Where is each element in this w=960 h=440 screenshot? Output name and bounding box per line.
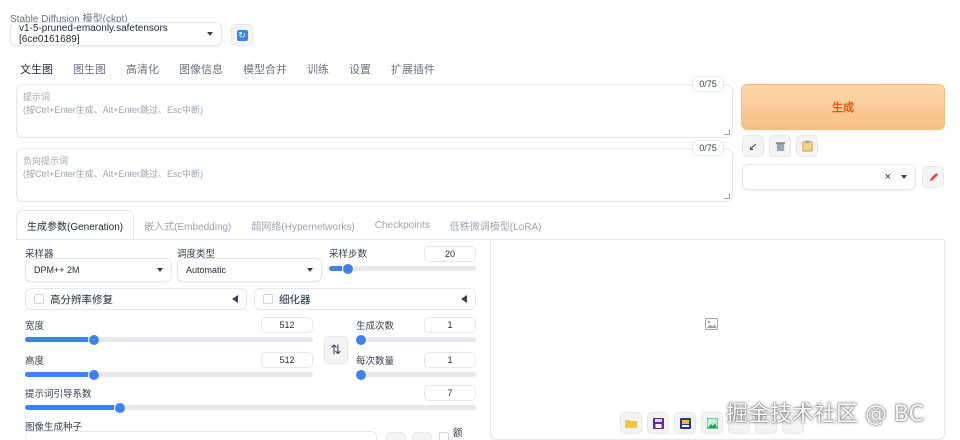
slider-thumb[interactable] bbox=[89, 334, 100, 345]
save-button[interactable] bbox=[647, 412, 669, 434]
tab-7[interactable]: 扩展插件 bbox=[381, 61, 445, 77]
width-slider[interactable] bbox=[25, 334, 313, 345]
hires-fix-checkbox[interactable] bbox=[34, 294, 44, 304]
hires-fix-label: 高分辨率修复 bbox=[50, 293, 113, 306]
hires-fix-accordion[interactable]: 高分辨率修复 bbox=[25, 288, 247, 310]
width-label: 宽度 bbox=[25, 321, 45, 332]
schedule-value: Automatic bbox=[186, 265, 227, 275]
prompt-token-counter: 0/75 bbox=[692, 76, 724, 92]
seed-input[interactable] bbox=[25, 431, 377, 440]
prompt-input[interactable]: 提示词 (按Ctrl+Enter生成、Alt+Enter跳过、Esc中断) bbox=[16, 84, 733, 138]
clipboard-icon bbox=[802, 140, 812, 152]
watermark: 掘金技术社区 @ BC bbox=[726, 402, 925, 427]
extra-label: 额 bbox=[453, 428, 463, 439]
negative-token-counter: 0/75 bbox=[692, 140, 724, 156]
zip-icon bbox=[679, 417, 691, 429]
steps-input[interactable]: 20 bbox=[424, 246, 476, 262]
slider-thumb[interactable] bbox=[356, 334, 366, 345]
subtab-4[interactable]: 低秩微调模型(LoRA) bbox=[440, 210, 552, 240]
swap-icon: ⇅ bbox=[330, 342, 342, 357]
open-folder-button[interactable] bbox=[620, 412, 642, 434]
batch-count-input[interactable]: 1 bbox=[424, 317, 476, 333]
steps-label: 采样步数 bbox=[329, 249, 368, 260]
clear-icon[interactable]: × bbox=[885, 171, 891, 183]
collapse-icon bbox=[461, 295, 467, 303]
tab-3[interactable]: 图像信息 bbox=[169, 61, 233, 77]
batch-count-label: 生成次数 bbox=[356, 321, 395, 332]
send-to-img2img-button[interactable] bbox=[701, 412, 723, 434]
cfg-input[interactable]: 7 bbox=[424, 385, 476, 401]
save-icon bbox=[652, 417, 664, 429]
schedule-dropdown[interactable]: Automatic bbox=[177, 258, 322, 282]
resize-handle-icon[interactable] bbox=[724, 129, 730, 135]
slider-thumb[interactable] bbox=[114, 402, 125, 413]
random-seed-button[interactable] bbox=[386, 432, 406, 440]
subtab-1[interactable]: 嵌入式(Embedding) bbox=[134, 210, 241, 240]
arrow-icon: ↙ bbox=[748, 140, 758, 153]
collapse-icon bbox=[232, 295, 238, 303]
trash-icon bbox=[775, 141, 785, 151]
refresh-icon: ↻ bbox=[236, 29, 248, 41]
tab-5[interactable]: 训练 bbox=[297, 61, 339, 77]
resize-handle-icon[interactable] bbox=[724, 193, 730, 199]
batch-size-input[interactable]: 1 bbox=[424, 352, 476, 368]
subtab-0[interactable]: 生成参数(Generation) bbox=[16, 210, 135, 240]
generate-button[interactable]: 生成 bbox=[741, 84, 945, 130]
slider-thumb[interactable] bbox=[89, 369, 100, 380]
styles-dropdown[interactable]: × bbox=[742, 164, 916, 190]
subtab-2[interactable]: 超网络(Hypernetworks) bbox=[241, 210, 364, 240]
picture-icon bbox=[706, 417, 718, 429]
batch-size-label: 每次数量 bbox=[356, 356, 395, 367]
tab-1[interactable]: 图生图 bbox=[63, 61, 116, 77]
negative-prompt-label: 负向提示词 bbox=[23, 156, 69, 166]
trash-button[interactable] bbox=[769, 135, 791, 157]
negative-prompt-input[interactable]: 负向提示词 (按Ctrl+Enter生成、Alt+Enter跳过、Esc中断) bbox=[16, 148, 733, 202]
tab-2[interactable]: 高清化 bbox=[116, 61, 169, 77]
reuse-seed-button[interactable] bbox=[412, 432, 432, 440]
batch-count-slider[interactable] bbox=[356, 334, 476, 345]
cfg-slider[interactable] bbox=[25, 402, 476, 413]
steps-slider[interactable] bbox=[329, 263, 476, 274]
clipboard-button[interactable] bbox=[796, 135, 818, 157]
edit-styles-button[interactable] bbox=[922, 166, 944, 188]
zip-button[interactable] bbox=[674, 412, 696, 434]
slider-thumb[interactable] bbox=[356, 369, 366, 380]
refresh-button[interactable]: ↻ bbox=[231, 24, 253, 46]
slider-thumb[interactable] bbox=[343, 263, 354, 274]
height-slider[interactable] bbox=[25, 369, 313, 380]
refiner-accordion[interactable]: 细化器 bbox=[254, 288, 476, 310]
refiner-checkbox[interactable] bbox=[263, 294, 273, 304]
model-dropdown[interactable]: v1-5-pruned-emaonly.safetensors [6ce0161… bbox=[10, 22, 222, 46]
chevron-down-icon bbox=[157, 268, 163, 272]
cfg-label: 提示词引导系数 bbox=[25, 389, 92, 400]
folder-icon bbox=[625, 420, 637, 428]
pen-icon bbox=[929, 172, 938, 181]
tab-6[interactable]: 设置 bbox=[339, 61, 381, 77]
prompt-label: 提示词 bbox=[23, 92, 51, 102]
tab-0[interactable]: 文生图 bbox=[10, 61, 63, 77]
chevron-down-icon bbox=[307, 268, 313, 272]
refiner-label: 细化器 bbox=[279, 293, 311, 306]
sampler-dropdown[interactable]: DPM++ 2M bbox=[25, 258, 172, 282]
width-input[interactable]: 512 bbox=[261, 317, 313, 333]
subtab-3[interactable]: Checkpoints bbox=[365, 210, 440, 240]
height-input[interactable]: 512 bbox=[261, 352, 313, 368]
chevron-down-icon bbox=[207, 32, 213, 36]
sub-tabs: 生成参数(Generation) 嵌入式(Embedding) 超网络(Hypern… bbox=[16, 210, 551, 240]
height-label: 高度 bbox=[25, 356, 45, 367]
image-icon bbox=[705, 318, 718, 333]
model-selected: v1-5-pruned-emaonly.safetensors [6ce0161… bbox=[19, 23, 168, 45]
prompt-hint: (按Ctrl+Enter生成、Alt+Enter跳过、Esc中断) bbox=[23, 105, 204, 115]
chevron-down-icon bbox=[901, 175, 907, 179]
batch-size-slider[interactable] bbox=[356, 369, 476, 380]
tab-4[interactable]: 模型合并 bbox=[233, 61, 297, 77]
extra-checkbox[interactable] bbox=[439, 432, 449, 440]
main-tabs: 文生图 图生图 高清化 图像信息 模型合并 训练 设置 扩展插件 bbox=[10, 60, 445, 78]
sampler-value: DPM++ 2M bbox=[34, 265, 80, 275]
swap-dimensions-button[interactable]: ⇅ bbox=[324, 336, 348, 364]
negative-prompt-hint: (按Ctrl+Enter生成、Alt+Enter跳过、Esc中断) bbox=[23, 169, 204, 179]
arrow-button[interactable]: ↙ bbox=[742, 135, 764, 157]
